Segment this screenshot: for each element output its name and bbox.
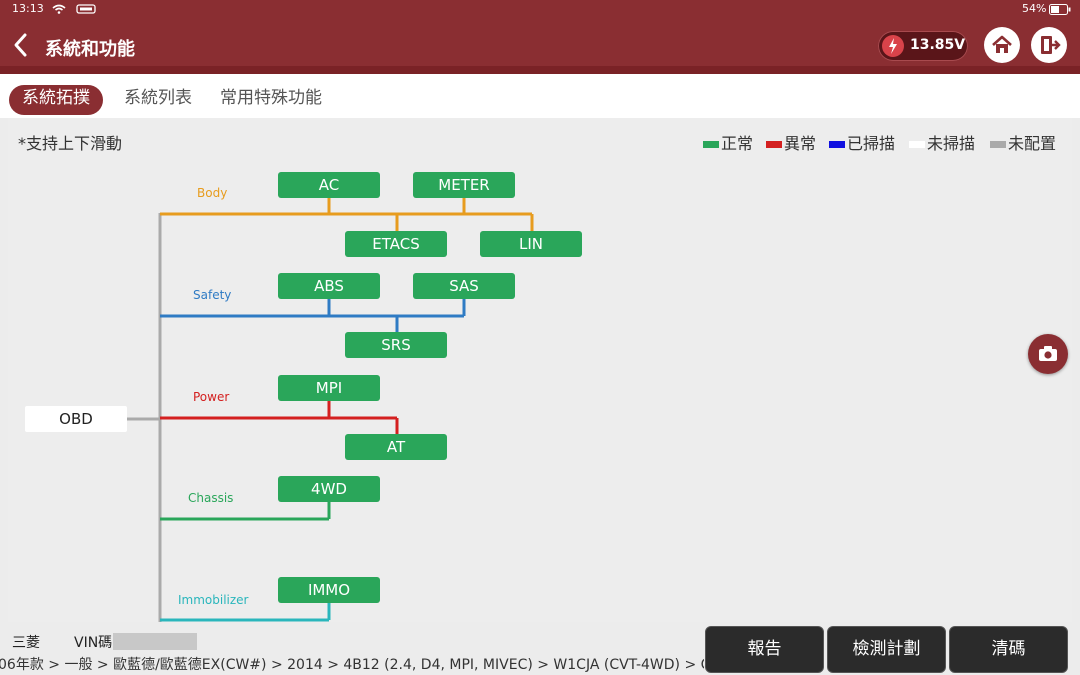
page-title: 系統和功能 <box>45 39 135 60</box>
vehicle-make: 三菱 <box>12 635 40 651</box>
exit-button[interactable] <box>1031 27 1067 63</box>
report-button[interactable]: 報告 <box>705 626 824 673</box>
camera-icon <box>1039 346 1057 361</box>
vehicle-connector-icon <box>76 4 96 14</box>
voltage-badge: 13.85V <box>878 31 968 61</box>
clear-codes-button[interactable]: 清碼 <box>949 626 1068 673</box>
back-button[interactable] <box>10 32 32 58</box>
voltage-value: 13.85V <box>910 37 966 53</box>
node-abs[interactable]: ABS <box>278 273 380 299</box>
status-battery: 54% <box>1022 2 1047 15</box>
node-sas[interactable]: SAS <box>413 273 515 299</box>
node-mpi[interactable]: MPI <box>278 375 380 401</box>
group-label-body: Body <box>197 186 228 200</box>
topology-lines <box>127 198 534 622</box>
obd-node: OBD <box>25 406 127 432</box>
node-meter[interactable]: METER <box>413 172 515 198</box>
node-srs[interactable]: SRS <box>345 332 447 358</box>
topology-panel[interactable]: *支持上下滑動 正常 異常 已掃描 未掃描 未配置 Body Safety Po… <box>8 118 1072 622</box>
vehicle-path: 06年款 > 一般 > 歐藍德/歐藍德EX(CW#) > 2014 > 4B12… <box>0 657 704 673</box>
footer-bar: 三菱 VIN碼 06年款 > 一般 > 歐藍德/歐藍德EX(CW#) > 201… <box>0 622 1080 675</box>
top-bar: 13:13 54% 系統和功能 13.85V <box>0 0 1080 74</box>
tab-bar: 系統拓撲 系統列表 常用特殊功能 <box>0 74 1080 118</box>
node-lin[interactable]: LIN <box>480 231 582 257</box>
back-arrow-icon <box>14 33 27 57</box>
group-label-immobilizer: Immobilizer <box>178 593 249 607</box>
vin-label: VIN碼 <box>74 635 113 651</box>
home-icon <box>992 35 1012 53</box>
battery-icon <box>1049 4 1071 15</box>
header-divider <box>0 66 1080 74</box>
screenshot-button[interactable] <box>1028 334 1068 374</box>
node-etacs[interactable]: ETACS <box>345 231 447 257</box>
test-plan-button[interactable]: 檢測計劃 <box>827 626 946 673</box>
group-label-safety: Safety <box>193 288 232 302</box>
group-label-chassis: Chassis <box>188 491 234 505</box>
node-4wd[interactable]: 4WD <box>278 476 380 502</box>
home-button[interactable] <box>984 27 1020 63</box>
node-at[interactable]: AT <box>345 434 447 460</box>
tab-system-list[interactable]: 系統列表 <box>124 85 192 115</box>
exit-icon <box>1041 36 1061 54</box>
status-time: 13:13 <box>12 2 44 15</box>
tab-special-functions[interactable]: 常用特殊功能 <box>220 85 322 115</box>
wifi-icon <box>52 4 66 14</box>
node-immo[interactable]: IMMO <box>278 577 380 603</box>
node-ac[interactable]: AC <box>278 172 380 198</box>
vin-value-redacted <box>113 633 197 650</box>
tab-topology[interactable]: 系統拓撲 <box>9 85 103 115</box>
group-label-power: Power <box>193 390 230 404</box>
lightning-icon <box>882 35 904 57</box>
